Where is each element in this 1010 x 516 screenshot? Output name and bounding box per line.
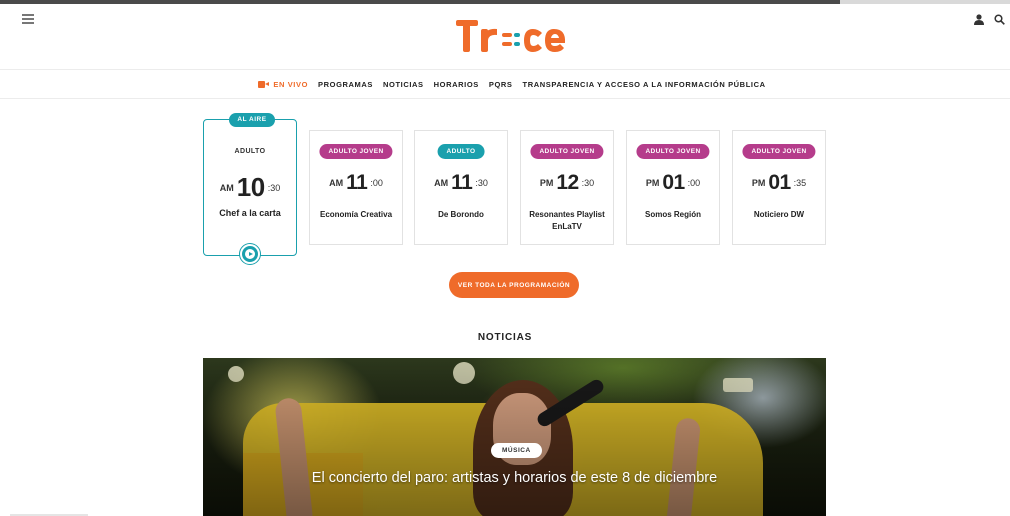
nav-live-label: EN VIVO <box>273 80 309 89</box>
nav-item-noticias[interactable]: NOTICIAS <box>383 80 424 89</box>
card-ampm: AM <box>434 178 449 188</box>
card-ampm: PM <box>751 178 766 188</box>
card-hour: 10 <box>236 172 265 202</box>
schedule-card-on-air[interactable]: AL AIRE ADULTO AM 10 :30 Chef a la carta <box>203 113 297 264</box>
nav-item-programas[interactable]: PROGRAMAS <box>318 80 373 89</box>
card-hour: 01 <box>662 171 685 194</box>
card-time: PM 01 :00 <box>627 171 719 195</box>
image-overlay <box>203 358 826 516</box>
card-minutes: :35 <box>793 178 807 188</box>
card-category-pill: ADULTO JOVEN <box>319 144 393 159</box>
card-title: Economía Creativa <box>319 210 393 219</box>
nav-item-transparencia[interactable]: TRANSPARENCIA Y ACCESO A LA INFORMACIÓN … <box>523 80 766 89</box>
schedule-card[interactable]: ADULTO JOVEN PM 01 :35 Noticiero DW <box>732 130 826 245</box>
nav-item-horarios[interactable]: HORARIOS <box>434 80 479 89</box>
card-hour: 11 <box>346 171 368 194</box>
view-full-schedule-button[interactable]: VER TODA LA PROGRAMACIÓN <box>449 272 579 298</box>
schedule-card[interactable]: ADULTO JOVEN PM 12 :30 Resonantes Playli… <box>520 130 614 245</box>
card-hour: 01 <box>768 171 791 194</box>
card-hour: 12 <box>556 171 579 194</box>
menu-icon[interactable] <box>22 14 34 24</box>
card-title: Noticiero DW <box>753 210 805 219</box>
news-headline[interactable]: El concierto del paro: artistas y horari… <box>203 470 826 486</box>
card-time: AM 10 :30 <box>204 172 296 203</box>
card-minutes: :00 <box>370 178 383 188</box>
card-minutes: :30 <box>581 178 595 188</box>
card-time: PM 01 :35 <box>733 171 825 195</box>
card-time: PM 12 :30 <box>521 171 613 195</box>
card-time: AM 11 :00 <box>310 171 402 195</box>
card-time: AM 11 :30 <box>415 171 507 195</box>
card-ampm: AM <box>329 178 344 188</box>
schedule-card[interactable]: ADULTO JOVEN PM 01 :00 Somos Región <box>626 130 720 245</box>
card-title: De Borondo <box>438 210 484 219</box>
card-minutes: :30 <box>475 178 488 188</box>
card-ampm: PM <box>645 178 660 188</box>
video-camera-icon <box>258 81 270 88</box>
nav-item-en-vivo[interactable]: EN VIVO <box>258 80 308 89</box>
user-icon[interactable] <box>974 14 984 25</box>
card-category: ADULTO <box>234 148 266 155</box>
card-category-pill: ADULTO JOVEN <box>530 144 604 159</box>
on-air-badge: AL AIRE <box>229 113 275 127</box>
search-icon[interactable] <box>994 14 1005 25</box>
card-title: Somos Región <box>644 210 701 219</box>
card-ampm: PM <box>539 178 554 188</box>
trece-logo[interactable] <box>454 16 576 58</box>
card-category-pill: ADULTO JOVEN <box>742 144 816 159</box>
card-title: Chef a la carta <box>219 208 281 218</box>
card-category-pill: ADULTO <box>437 144 485 159</box>
main-nav: EN VIVO PROGRAMAS NOTICIAS HORARIOS PQRS… <box>0 71 1010 99</box>
card-ampm: AM <box>219 182 234 193</box>
category-tag[interactable]: MÚSICA <box>491 443 542 458</box>
site-header <box>0 4 1010 70</box>
card-minutes: :00 <box>687 178 701 188</box>
card-title: Resonantes Playlist EnLaTV <box>529 210 605 231</box>
card-category-pill: ADULTO JOVEN <box>636 144 710 159</box>
featured-news-card[interactable]: MÚSICA El concierto del paro: artistas y… <box>203 358 826 516</box>
schedule-card[interactable]: ADULTO JOVEN AM 11 :00 Economía Creativa <box>309 130 403 245</box>
schedule-card[interactable]: ADULTO AM 11 :30 De Borondo <box>414 130 508 245</box>
nav-item-pqrs[interactable]: PQRS <box>489 80 513 89</box>
card-hour: 11 <box>451 171 473 194</box>
play-icon <box>245 249 255 259</box>
card-minutes: :30 <box>267 182 281 193</box>
news-section-title: NOTICIAS <box>477 332 533 343</box>
play-button[interactable] <box>240 244 260 264</box>
